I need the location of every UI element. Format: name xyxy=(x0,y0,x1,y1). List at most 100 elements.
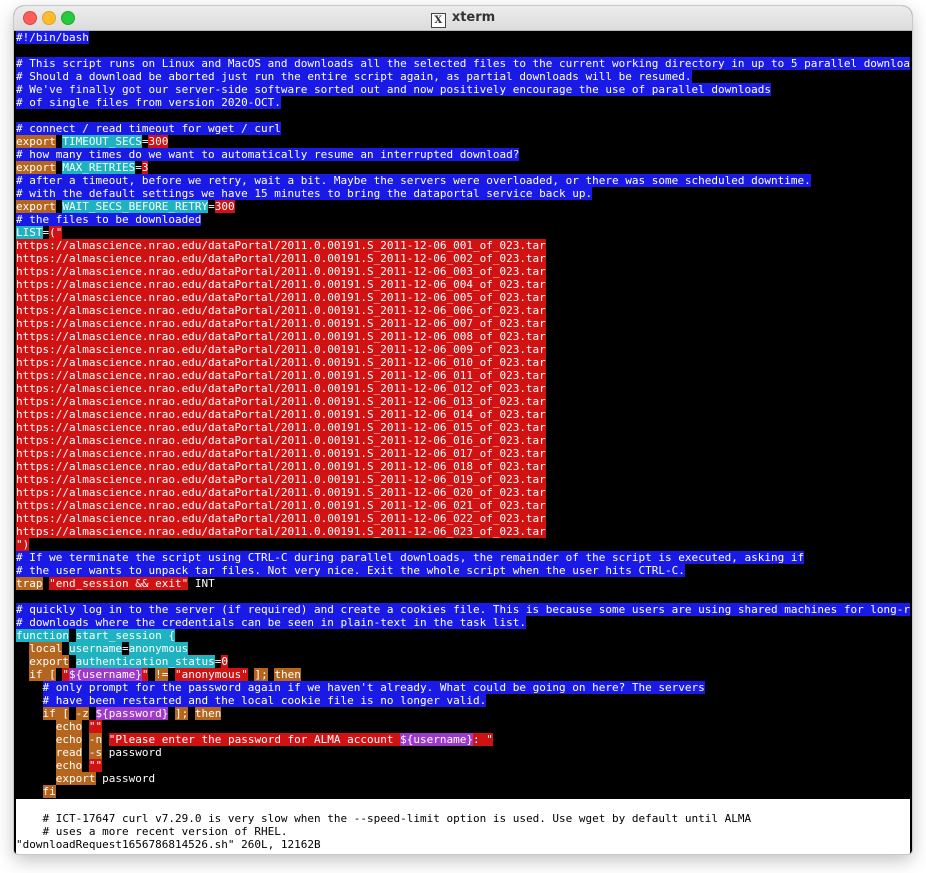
terminal-line: # uses a more recent version of RHEL. xyxy=(16,825,910,838)
terminal-line: export authentication_status=0 xyxy=(16,655,910,668)
terminal-text: MAX_RETRIES xyxy=(62,161,136,174)
terminal-line: # after a timeout, before we retry, wait… xyxy=(16,174,910,187)
terminal-line: https://almascience.nrao.edu/dataPortal/… xyxy=(16,499,910,512)
terminal-text: echo xyxy=(55,720,83,733)
terminal-line: https://almascience.nrao.edu/dataPortal/… xyxy=(16,239,910,252)
terminal-line: https://almascience.nrao.edu/dataPortal/… xyxy=(16,369,910,382)
terminal-line: # ICT-17647 curl v7.29.0 is very slow wh… xyxy=(16,812,910,825)
terminal-text: TIMEOUT_SECS xyxy=(62,135,142,148)
terminal-text: https://almascience.nrao.edu/dataPortal/… xyxy=(16,499,546,512)
terminal-text: https://almascience.nrao.edu/dataPortal/… xyxy=(16,421,546,434)
terminal-text: https://almascience.nrao.edu/dataPortal/… xyxy=(16,317,546,330)
terminal-text: = xyxy=(214,655,222,668)
terminal-text: # Should a download be aborted just run … xyxy=(16,70,692,83)
terminal-text: # only prompt for the password again if … xyxy=(42,681,705,694)
terminal-text: password xyxy=(102,746,162,759)
terminal-text: export xyxy=(16,135,56,148)
terminal-line: #!/bin/bash xyxy=(16,31,910,44)
terminal-text: start_session { xyxy=(75,629,175,642)
terminal-text: export xyxy=(16,200,56,213)
terminal-line: https://almascience.nrao.edu/dataPortal/… xyxy=(16,408,910,421)
terminal-text: https://almascience.nrao.edu/dataPortal/… xyxy=(16,473,546,486)
terminal-text: # the user wants to unpack tar files. No… xyxy=(16,564,685,577)
terminal-line: # the user wants to unpack tar files. No… xyxy=(16,564,910,577)
terminal-line: https://almascience.nrao.edu/dataPortal/… xyxy=(16,486,910,499)
terminal-text: export xyxy=(29,655,69,668)
terminal-text: export xyxy=(55,772,96,785)
terminal-bottom-area[interactable]: # ICT-17647 curl v7.29.0 is very slow wh… xyxy=(16,799,910,854)
terminal-text: echo xyxy=(55,759,83,772)
xterm-window: Xxterm #!/bin/bash # This script runs on … xyxy=(14,6,912,854)
terminal-text: https://almascience.nrao.edu/dataPortal/… xyxy=(16,356,546,369)
terminal-text: "Please enter the password for ALMA acco… xyxy=(108,733,401,746)
terminal-line: export TIMEOUT_SECS=300 xyxy=(16,135,910,148)
terminal-line: https://almascience.nrao.edu/dataPortal/… xyxy=(16,343,910,356)
terminal-line: fi xyxy=(16,785,910,798)
terminal-line: echo -n "Please enter the password for A… xyxy=(16,733,910,746)
terminal-line: export password xyxy=(16,772,910,785)
terminal-text: https://almascience.nrao.edu/dataPortal/… xyxy=(16,343,546,356)
terminal-line: if [ "${username}" != "anonymous" ]; the… xyxy=(16,668,910,681)
terminal-text: # This script runs on Linux and MacOS an… xyxy=(16,57,910,70)
terminal-line: LIST=(" xyxy=(16,226,910,239)
terminal-line: function start_session { xyxy=(16,629,910,642)
terminal-text: # We've finally got our server-side soft… xyxy=(16,83,771,96)
terminal-text: "" xyxy=(88,720,103,733)
terminal-text: local xyxy=(29,642,63,655)
terminal-line: # with the default settings we have 15 m… xyxy=(16,187,910,200)
terminal-text: " xyxy=(62,668,69,681)
terminal-text: if [ xyxy=(42,707,69,720)
terminal-text: then xyxy=(274,668,301,681)
terminal-line: # only prompt for the password again if … xyxy=(16,681,910,694)
terminal-line: export WAIT_SECS_BEFORE_RETRY=300 xyxy=(16,200,910,213)
terminal-text: ${password} xyxy=(95,707,169,720)
terminal-text: # quickly log in to the server (if requi… xyxy=(16,603,910,616)
terminal-line: https://almascience.nrao.edu/dataPortal/… xyxy=(16,330,910,343)
terminal-text: https://almascience.nrao.edu/dataPortal/… xyxy=(16,447,546,460)
terminal-text: ${username} xyxy=(400,733,474,746)
terminal-line: https://almascience.nrao.edu/dataPortal/… xyxy=(16,473,910,486)
terminal-line: https://almascience.nrao.edu/dataPortal/… xyxy=(16,356,910,369)
terminal-text: 300 xyxy=(148,135,169,148)
terminal-text: function xyxy=(16,629,69,642)
terminal-viewport[interactable]: #!/bin/bash # This script runs on Linux a… xyxy=(16,31,910,799)
terminal-text: "end_session && exit" xyxy=(49,577,189,590)
terminal-text: https://almascience.nrao.edu/dataPortal/… xyxy=(16,239,546,252)
window-title-text: xterm xyxy=(451,10,496,25)
status-line-text: "downloadRequest1656786814526.sh" 260L, … xyxy=(16,838,321,851)
terminal-text: https://almascience.nrao.edu/dataPortal/… xyxy=(16,486,546,499)
terminal-text: # have been restarted and the local cook… xyxy=(42,694,487,707)
terminal-line: # the files to be downloaded xyxy=(16,213,910,226)
terminal-line: # have been restarted and the local cook… xyxy=(16,694,910,707)
terminal-text: anonymous xyxy=(128,642,189,655)
terminal-line: # Should a download be aborted just run … xyxy=(16,70,910,83)
terminal-line: https://almascience.nrao.edu/dataPortal/… xyxy=(16,421,910,434)
terminal-line: # We've finally got our server-side soft… xyxy=(16,83,910,96)
terminal-text: = xyxy=(135,161,142,174)
terminal-text: # If we terminate the script using CTRL-… xyxy=(16,551,805,564)
terminal-text: username xyxy=(69,642,122,655)
terminal-text: # uses a more recent version of RHEL. xyxy=(42,825,288,838)
terminal-line: https://almascience.nrao.edu/dataPortal/… xyxy=(16,304,910,317)
terminal-text: https://almascience.nrao.edu/dataPortal/… xyxy=(16,278,546,291)
terminal-text: authentication_status xyxy=(75,655,215,668)
terminal-line: https://almascience.nrao.edu/dataPortal/… xyxy=(16,395,910,408)
terminal-text: # with the default settings we have 15 m… xyxy=(16,187,593,200)
terminal-line: echo "" xyxy=(16,759,910,772)
terminal-text: https://almascience.nrao.edu/dataPortal/… xyxy=(16,252,546,265)
x11-icon: X xyxy=(430,13,446,28)
